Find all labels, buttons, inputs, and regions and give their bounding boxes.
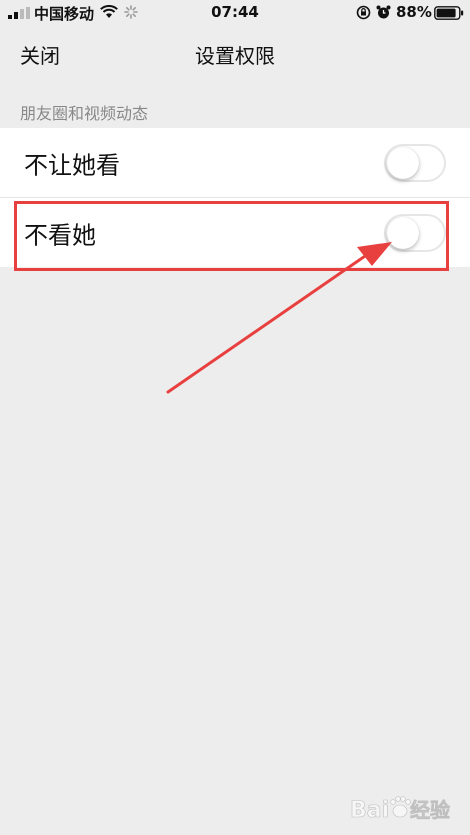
hide-my-posts-toggle[interactable] [384,143,446,182]
list-item-hide-her-posts: 不看她 [0,197,470,267]
list-item-label: 不看她 [24,221,96,249]
svg-text:经验: 经验 [410,798,450,822]
battery-percentage: 88% [396,3,432,21]
annotation-arrow [166,242,392,394]
toggle-knob [387,146,419,179]
svg-text:Bai: Bai [350,798,389,823]
toggle-knob [387,216,419,249]
settings-list: 不让她看 不看她 [0,128,470,267]
status-bar: 中国移动 07:44 88% [0,0,470,26]
section-header: 朋友圈和视频动态 [20,104,149,123]
navigation-bar: 关闭 设置权限 [0,26,470,80]
list-item-label: 不让她看 [24,151,120,179]
rotation-lock-icon [356,5,371,20]
baidu-watermark-logo: Bai 经验 [350,796,450,823]
page-title: 设置权限 [195,44,275,68]
hide-her-posts-toggle[interactable] [384,213,446,252]
alarm-icon [376,5,391,19]
battery-icon [434,6,464,20]
list-item-hide-my-posts: 不让她看 [0,128,470,197]
